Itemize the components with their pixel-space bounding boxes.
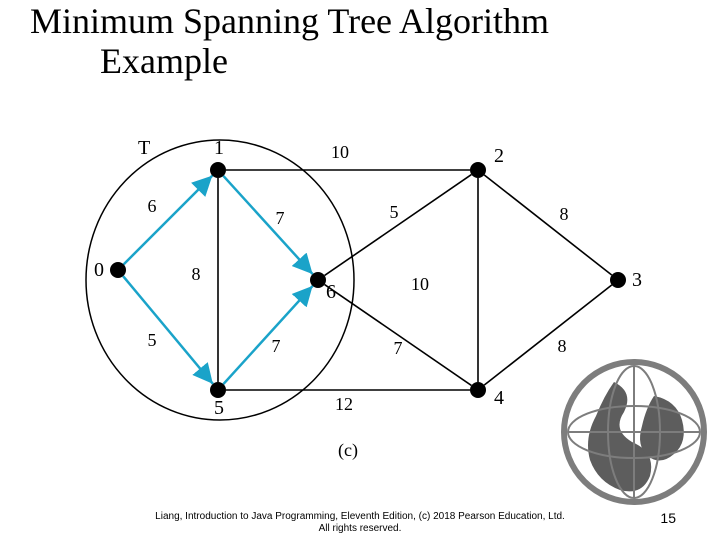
node-label-0: 0 — [94, 259, 104, 281]
node-label-6: 6 — [326, 281, 336, 303]
edge-2-6 — [325, 175, 472, 276]
edge-2-3 — [484, 175, 611, 275]
edge-weight-2-6: 5 — [390, 202, 399, 222]
footer-line2: All rights reserved. — [0, 523, 720, 535]
edge-weight-2-3: 8 — [560, 204, 569, 224]
globe-decoration — [554, 352, 714, 512]
edge-weight-1-2: 10 — [331, 142, 349, 162]
edge-weight-6-4: 7 — [394, 338, 403, 358]
edge-1-6 — [223, 176, 312, 274]
node-1 — [210, 162, 226, 178]
node-3 — [610, 272, 626, 288]
edge-0-1 — [124, 176, 213, 265]
node-4 — [470, 382, 486, 398]
edge-5-6 — [223, 286, 312, 384]
title-line2: Example — [30, 42, 720, 82]
node-label-3: 3 — [632, 269, 642, 291]
node-label-1: 1 — [214, 137, 224, 159]
edge-weight-2-4: 10 — [411, 274, 429, 294]
node-5 — [210, 382, 226, 398]
edge-6-4 — [325, 285, 472, 386]
edge-weight-0-5: 5 — [148, 330, 157, 350]
figure-caption: (c) — [338, 440, 358, 461]
edge-weight-5-4: 12 — [335, 394, 353, 414]
edge-weight-5-6: 7 — [272, 336, 281, 356]
page-number: 15 — [660, 510, 676, 526]
footer-line1: Liang, Introduction to Java Programming,… — [0, 511, 720, 523]
edge-weight-1-6: 7 — [276, 208, 285, 228]
node-2 — [470, 162, 486, 178]
title-line1: Minimum Spanning Tree Algorithm — [30, 2, 720, 42]
page-title: Minimum Spanning Tree Algorithm Example — [0, 2, 720, 81]
node-label-2: 2 — [494, 145, 504, 167]
edge-weight-0-1: 6 — [148, 196, 157, 216]
edge-weight-1-5: 8 — [192, 264, 201, 284]
edge-0-5 — [123, 276, 213, 384]
node-6 — [310, 272, 326, 288]
footer-credits: Liang, Introduction to Java Programming,… — [0, 511, 720, 534]
highlight-set-label: T — [138, 137, 150, 159]
node-label-4: 4 — [494, 387, 504, 409]
node-label-5: 5 — [214, 397, 224, 419]
node-0 — [110, 262, 126, 278]
